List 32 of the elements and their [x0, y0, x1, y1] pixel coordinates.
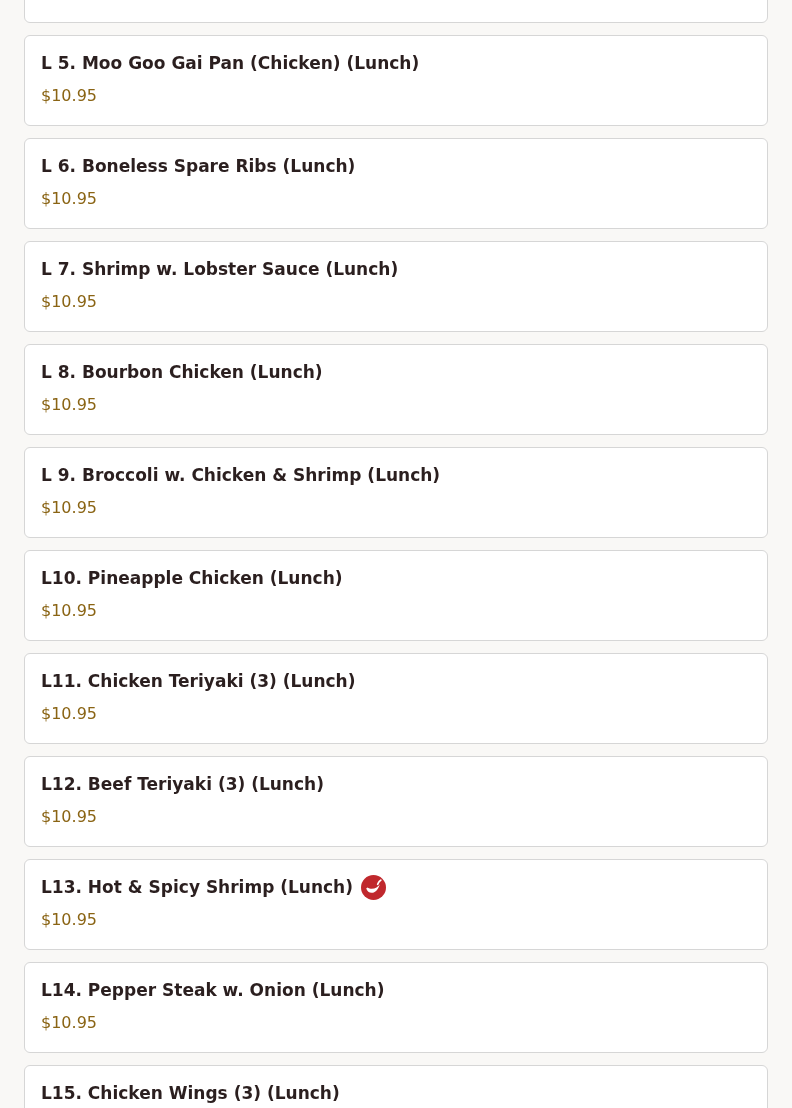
item-name: L11. Chicken Teriyaki (3) (Lunch) — [41, 670, 356, 693]
menu-item-card[interactable]: L10. Pineapple Chicken (Lunch) $10.95 — [24, 550, 768, 641]
item-price: $10.95 — [41, 909, 98, 931]
item-name: L12. Beef Teriyaki (3) (Lunch) — [41, 773, 324, 796]
menu-item-card[interactable]: L 5. Moo Goo Gai Pan (Chicken) (Lunch) $10.95 — [24, 35, 768, 126]
item-price: $10.95 — [41, 600, 98, 622]
item-price: $10.95 — [41, 806, 98, 828]
item-price: $10.95 — [41, 188, 98, 210]
menu-item-card[interactable]: L12. Beef Teriyaki (3) (Lunch) $10.95 — [24, 756, 768, 847]
menu-item-card[interactable]: L 9. Broccoli w. Chicken & Shrimp (Lunch) $10.95 — [24, 447, 768, 538]
item-name: L15. Chicken Wings (3) (Lunch) — [41, 1082, 340, 1105]
item-price: $10.95 — [41, 394, 98, 416]
item-name: L14. Pepper Steak w. Onion (Lunch) — [41, 979, 385, 1002]
item-price: $10.95 — [41, 291, 98, 313]
item-price: $10.95 — [41, 703, 98, 725]
menu-item-card[interactable]: L13. Hot & Spicy Shrimp (Lunch) $10.95 — [24, 859, 768, 950]
item-price: $10.95 — [41, 85, 98, 107]
item-price: $10.95 — [41, 1012, 98, 1034]
item-name: L10. Pineapple Chicken (Lunch) — [41, 567, 343, 590]
item-price: $10.95 — [41, 497, 98, 519]
item-name: L 5. Moo Goo Gai Pan (Chicken) (Lunch) — [41, 52, 420, 75]
menu-item-card[interactable]: L 8. Bourbon Chicken (Lunch) $10.95 — [24, 344, 768, 435]
item-name: L13. Hot & Spicy Shrimp (Lunch) — [41, 876, 353, 899]
item-name: L 6. Boneless Spare Ribs (Lunch) — [41, 155, 356, 178]
menu-item-card[interactable]: L 6. Boneless Spare Ribs (Lunch) $10.95 — [24, 138, 768, 229]
item-name: L 7. Shrimp w. Lobster Sauce (Lunch) — [41, 258, 399, 281]
menu-item-card[interactable]: L11. Chicken Teriyaki (3) (Lunch) $10.95 — [24, 653, 768, 744]
item-name: L 8. Bourbon Chicken (Lunch) — [41, 361, 323, 384]
menu-item-card[interactable]: L 7. Shrimp w. Lobster Sauce (Lunch) $10.95 — [24, 241, 768, 332]
item-name: L 9. Broccoli w. Chicken & Shrimp (Lunch) — [41, 464, 441, 487]
menu-item-card[interactable]: L14. Pepper Steak w. Onion (Lunch) $10.95 — [24, 962, 768, 1053]
menu-item-card[interactable]: L15. Chicken Wings (3) (Lunch) — [24, 1065, 768, 1108]
